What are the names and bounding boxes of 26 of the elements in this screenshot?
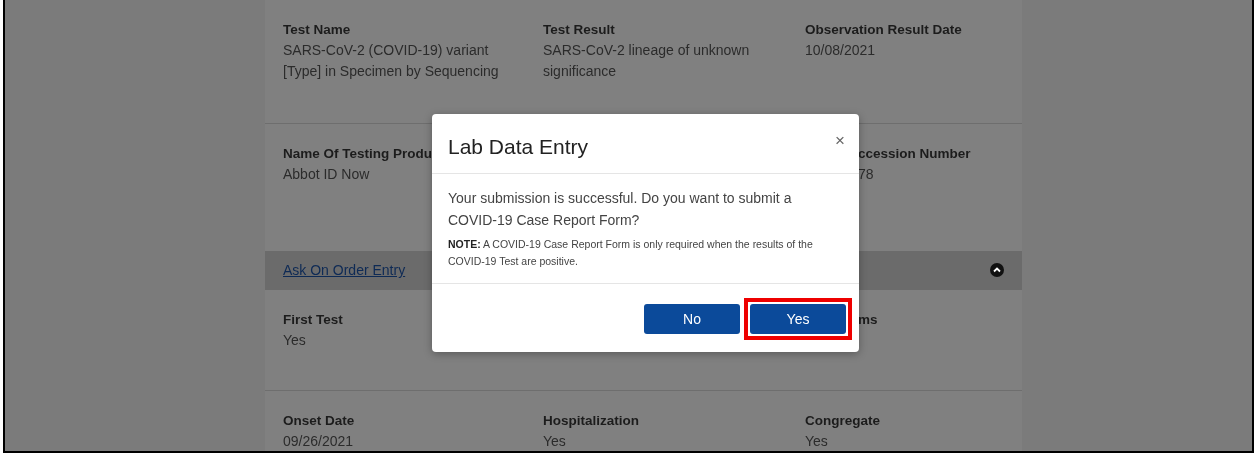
field-value: Yes (543, 432, 566, 451)
close-button[interactable]: × (835, 134, 845, 148)
field-value: Yes (283, 331, 306, 350)
field-label: Hospitalization (543, 412, 639, 430)
dialog-message: Your submission is successful. Do you want to submit a COVID-19 Case Report Form? (448, 189, 793, 230)
field-value: 78 (858, 164, 874, 184)
chevron-circle-icon[interactable] (990, 263, 1004, 278)
field-label: ccession Number (858, 144, 971, 163)
field-value: SARS-CoV-2 (COVID-19) variant [Type] in Specimen by Sequencing (283, 41, 500, 81)
field-label: ms (858, 311, 878, 329)
field-value: 09/26/2021 (283, 432, 354, 451)
field-value: Abbot ID Now (283, 164, 370, 184)
field-label: First Test (283, 311, 343, 329)
field-label: Observation Result Date (805, 21, 962, 39)
field-value: Yes (805, 432, 828, 451)
field-value: SARS-CoV-2 lineage of unknown significance (543, 41, 751, 81)
field-label: Test Name (283, 21, 351, 39)
field-label: Test Result (543, 21, 615, 39)
field-label: Onset Date (283, 412, 355, 430)
dialog-note: NOTE: A COVID-19 Case Report Form is only required when the results of the COVID-19 Test are positive. (448, 237, 814, 269)
dialog-button[interactable]: Yes (750, 304, 846, 334)
dialog-button[interactable]: No (644, 304, 740, 334)
field-label: Congregate (805, 412, 880, 430)
field-value: 10/08/2021 (805, 41, 876, 60)
dialog-title: Lab Data Entry (448, 135, 589, 159)
field-label: Name Of Testing Produ (283, 144, 432, 163)
